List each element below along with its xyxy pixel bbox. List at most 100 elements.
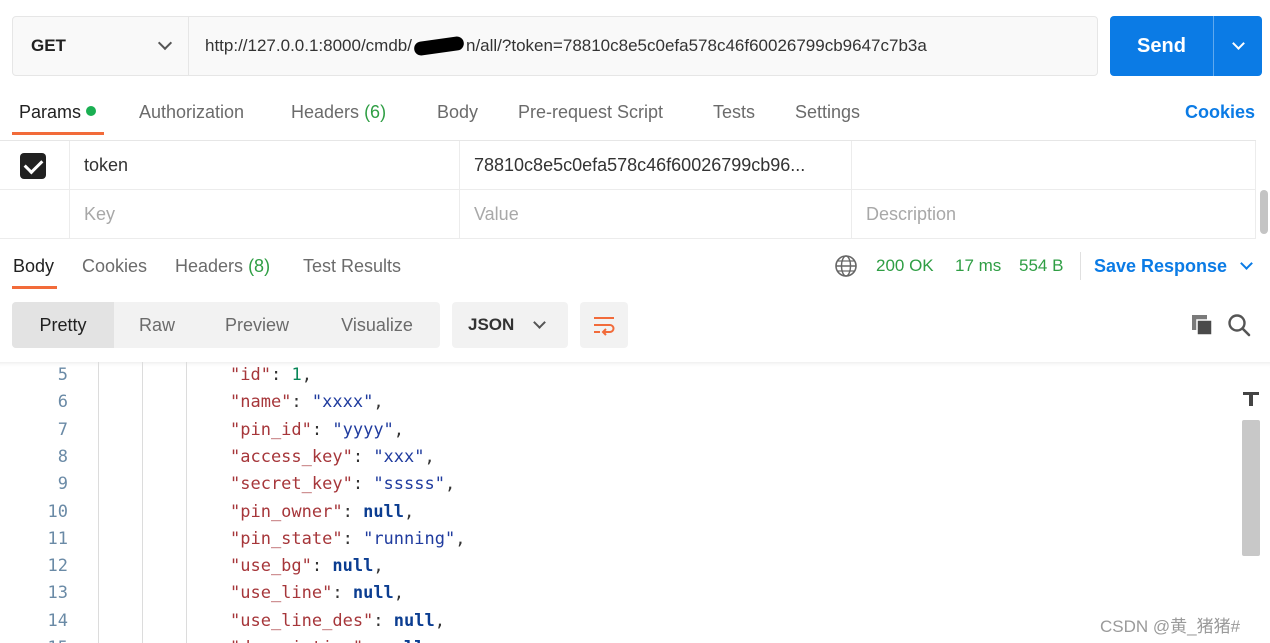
- response-size[interactable]: 554 B: [1019, 256, 1063, 276]
- json-value: null: [352, 583, 394, 604]
- editor-scrollbar-thumb[interactable]: [1242, 420, 1260, 556]
- copy-icon[interactable]: [1190, 313, 1214, 337]
- view-raw-button[interactable]: Raw: [114, 302, 200, 348]
- code-text: "pin_owner": null,: [230, 501, 415, 522]
- tab-headers[interactable]: Headers (6): [291, 102, 386, 123]
- chevron-down-icon[interactable]: [1240, 257, 1253, 270]
- response-tab-headers[interactable]: Headers (8): [175, 256, 270, 277]
- param-description-input[interactable]: Description: [852, 190, 1256, 239]
- json-key: "pin_state": [230, 528, 343, 549]
- code-text: "use_line_des": null,: [230, 610, 445, 631]
- code-text: "name": "xxxx",: [230, 392, 384, 413]
- param-value[interactable]: 78810c8e5c0efa578c46f60026799cb96...: [460, 141, 852, 190]
- response-tab-test-results[interactable]: Test Results: [303, 256, 401, 277]
- response-body-editor[interactable]: 5 "id": 1, 6 "name": "xxxx", 7 "pin_id": "yyy…: [0, 362, 1270, 643]
- code-text: "pin_id": "yyyy",: [230, 419, 405, 440]
- send-options-button[interactable]: [1214, 16, 1262, 76]
- editor-scrollbar[interactable]: [1240, 386, 1262, 643]
- line-number: 10: [47, 501, 68, 522]
- headers-count: (6): [364, 102, 387, 122]
- status-code[interactable]: 200 OK: [876, 256, 934, 276]
- line-number: 9: [57, 474, 68, 495]
- search-icon[interactable]: [1226, 312, 1252, 338]
- globe-icon[interactable]: [834, 254, 858, 278]
- view-visualize-button[interactable]: Visualize: [314, 302, 440, 348]
- param-row: token 78810c8e5c0efa578c46f60026799cb96.…: [0, 141, 1256, 190]
- response-active-underline: [12, 286, 57, 289]
- view-preview-button[interactable]: Preview: [200, 302, 314, 348]
- request-tabs: Params Authorization Headers (6) Body Pr…: [0, 92, 1270, 140]
- url-input[interactable]: http://127.0.0.1:8000/cmdb/n/all/?token=…: [189, 17, 1097, 75]
- active-tab-underline: [12, 132, 104, 135]
- json-value: "yyyy": [332, 419, 394, 440]
- json-value: "running": [363, 528, 456, 549]
- param-enabled-cell-empty: [0, 190, 70, 239]
- json-value: "sssss": [373, 474, 445, 495]
- params-scrollbar-thumb[interactable]: [1260, 190, 1268, 234]
- tab-params-label: Params: [19, 102, 82, 122]
- response-headers-count: (8): [248, 256, 271, 276]
- tab-settings[interactable]: Settings: [795, 102, 860, 123]
- line-number: 7: [57, 419, 68, 440]
- tab-prerequest-script[interactable]: Pre-request Script: [518, 102, 663, 123]
- json-key: "id": [230, 365, 271, 385]
- code-line: 11 "pin_state": "running",: [0, 526, 1230, 553]
- tab-params[interactable]: Params: [19, 102, 97, 123]
- method-select[interactable]: GET: [13, 17, 189, 75]
- send-button[interactable]: Send: [1110, 16, 1214, 76]
- code-text: "use_bg": null,: [230, 556, 384, 577]
- json-key: "pin_owner": [230, 501, 343, 522]
- json-value: null: [384, 638, 425, 643]
- param-row-new: Key Value Description: [0, 190, 1256, 239]
- format-select[interactable]: JSON: [452, 302, 568, 348]
- param-key[interactable]: token: [70, 141, 460, 190]
- code-line: 9 "secret_key": "sssss",: [0, 471, 1230, 498]
- chevron-down-icon: [157, 35, 173, 51]
- json-value: "xxxx": [311, 392, 374, 413]
- format-label: JSON: [468, 315, 515, 334]
- line-number: 6: [57, 392, 68, 413]
- save-response-button[interactable]: Save Response: [1094, 256, 1227, 277]
- param-value-input[interactable]: Value: [460, 190, 852, 239]
- chevron-down-icon: [1231, 37, 1245, 50]
- line-number: 5: [57, 365, 68, 385]
- json-value: null: [393, 610, 435, 631]
- code-line: 10 "pin_owner": null,: [0, 499, 1230, 526]
- request-bar: GET http://127.0.0.1:8000/cmdb/n/all/?to…: [12, 16, 1098, 76]
- response-tab-cookies[interactable]: Cookies: [82, 256, 147, 277]
- method-label: GET: [31, 36, 66, 55]
- line-number: 8: [57, 446, 68, 467]
- line-number: 13: [47, 583, 68, 604]
- code-text: "access_key": "xxx",: [230, 446, 435, 467]
- code-text: "use_line": null,: [230, 583, 405, 604]
- params-scrollbar[interactable]: [1258, 142, 1270, 238]
- tab-tests[interactable]: Tests: [713, 102, 755, 123]
- code-line: 12 "use_bg": null,: [0, 553, 1230, 580]
- view-pretty-button[interactable]: Pretty: [12, 302, 114, 348]
- view-mode-group: Pretty Raw Preview Visualize: [12, 302, 440, 348]
- line-number: 14: [47, 610, 68, 631]
- param-description[interactable]: [852, 141, 1256, 190]
- json-key: "use_line": [230, 583, 333, 604]
- tab-authorization[interactable]: Authorization: [139, 102, 244, 123]
- url-part-end: n/all/?token=78810c8e5c0efa578c46f600267…: [465, 36, 927, 55]
- param-key-input[interactable]: Key: [70, 190, 460, 239]
- json-value: null: [332, 556, 374, 577]
- code-line: 14 "use_line_des": null,: [0, 608, 1230, 635]
- response-tab-headers-label: Headers: [175, 256, 244, 276]
- url-part-start: http://127.0.0.1:8000/cmdb/: [205, 36, 412, 55]
- code-line: 8 "access_key": "xxx",: [0, 444, 1230, 471]
- tab-body[interactable]: Body: [437, 102, 478, 123]
- redaction-mark: [413, 35, 465, 57]
- json-key: "use_line_des": [230, 610, 374, 631]
- cookies-link[interactable]: Cookies: [1185, 102, 1255, 123]
- code-line: 15 "description": null,: [0, 635, 1230, 643]
- wrap-lines-button[interactable]: [580, 302, 628, 348]
- response-time[interactable]: 17 ms: [955, 256, 1001, 276]
- param-enabled-checkbox[interactable]: [20, 152, 46, 179]
- response-tab-body[interactable]: Body: [13, 256, 54, 277]
- line-number: 11: [47, 528, 68, 549]
- scroll-top-icon-stem: [1249, 392, 1253, 406]
- json-key: "access_key": [230, 446, 353, 467]
- code-text: "pin_state": "running",: [230, 528, 466, 549]
